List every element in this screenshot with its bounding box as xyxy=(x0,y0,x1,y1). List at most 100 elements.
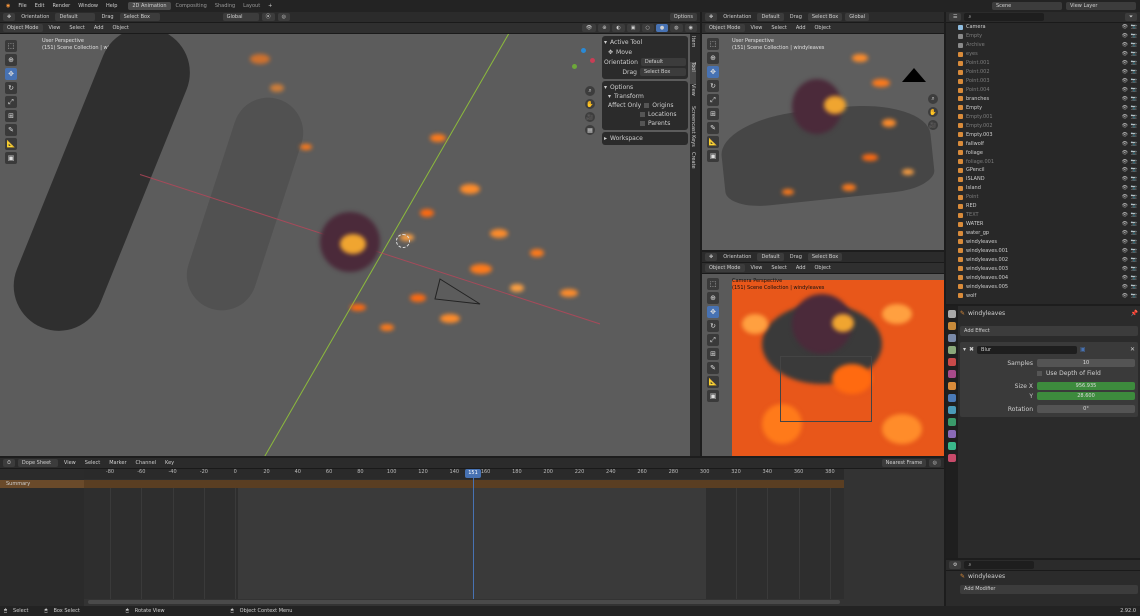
measure-tool-icon[interactable]: 📐 xyxy=(707,136,719,148)
transform-tool-icon[interactable]: ⊞ xyxy=(707,348,719,360)
outliner-item[interactable]: branches 👁 📷 xyxy=(946,95,1140,104)
visibility-eye-icon[interactable]: 👁 xyxy=(1122,51,1128,57)
viewport-menu-view[interactable]: View xyxy=(748,25,766,31)
move-tool-icon[interactable]: ✥ xyxy=(705,253,718,261)
outliner-item[interactable]: Point.002 👁 📷 xyxy=(946,68,1140,77)
pan-hand-icon[interactable]: ✋ xyxy=(585,99,595,109)
workspace-tab-shading[interactable]: Shading xyxy=(212,3,238,9)
constraints-tab-icon[interactable] xyxy=(948,430,956,438)
size-x-field[interactable]: 956.935 xyxy=(1037,382,1135,390)
rotation-field[interactable]: 0° xyxy=(1037,405,1135,413)
camera-view-icon[interactable]: 🎥 xyxy=(928,120,938,130)
visibility-eye-icon[interactable]: 👁 xyxy=(1122,150,1128,156)
properties-search-input[interactable]: ⌕ xyxy=(964,561,1035,569)
render-camera-icon[interactable]: 📷 xyxy=(1131,194,1137,200)
render-camera-icon[interactable]: 📷 xyxy=(1131,105,1137,111)
render-camera-icon[interactable]: 📷 xyxy=(1131,257,1137,263)
menu-file[interactable]: File xyxy=(15,3,29,9)
outliner-item[interactable]: Empty.003 👁 📷 xyxy=(946,130,1140,139)
render-camera-icon[interactable]: 📷 xyxy=(1131,185,1137,191)
viewport-menu-select[interactable]: Select xyxy=(768,265,789,271)
parents-checkbox[interactable] xyxy=(640,121,645,126)
workspace-header[interactable]: Workspace xyxy=(610,135,643,142)
world-tab-icon[interactable] xyxy=(948,370,956,378)
move-tool-icon[interactable]: ✥ xyxy=(5,68,17,80)
viewport-menu-select[interactable]: Select xyxy=(768,25,789,31)
orientation-dropdown[interactable]: Default xyxy=(757,253,784,261)
render-camera-icon[interactable]: 📷 xyxy=(1131,123,1137,129)
tool-tab-icon[interactable] xyxy=(948,310,956,318)
properties-editor-icon[interactable]: ⚙ xyxy=(949,561,962,569)
render-camera-icon[interactable]: 📷 xyxy=(1131,51,1137,57)
view-layer-selector[interactable]: View Layer xyxy=(1066,2,1136,10)
orientation-dropdown[interactable]: Default xyxy=(55,13,96,21)
tab-screencast-keys[interactable]: Screencast Keys xyxy=(690,106,696,152)
rendered-shading-icon[interactable]: ◉ xyxy=(684,24,697,32)
collapse-arrow-icon[interactable]: ▾ xyxy=(604,84,607,91)
outliner-item[interactable]: Empty.001 👁 📷 xyxy=(946,112,1140,121)
summary-channel[interactable]: Summary xyxy=(0,480,84,488)
top-right-viewport-canvas[interactable]: User Perspective (151) Scene Collection … xyxy=(702,34,944,250)
outliner-item[interactable]: windyleaves 👁 📷 xyxy=(946,238,1140,247)
visibility-eye-icon[interactable]: 👁 xyxy=(1122,194,1128,200)
add-cube-tool-icon[interactable]: ▣ xyxy=(707,390,719,402)
view-layer-tab-icon[interactable] xyxy=(948,346,956,354)
menu-edit[interactable]: Edit xyxy=(32,3,48,9)
output-tab-icon[interactable] xyxy=(948,334,956,342)
shader-fx-tab-icon[interactable] xyxy=(948,406,956,414)
collapse-arrow-icon[interactable]: ▾ xyxy=(608,93,611,100)
add-modifier-dropdown[interactable]: Add Modifier xyxy=(960,585,1138,594)
outliner-item[interactable]: Empty 👁 📷 xyxy=(946,103,1140,112)
dope-sheet-mode-dropdown[interactable]: Dope Sheet xyxy=(17,459,58,467)
modifier-tab-icon[interactable] xyxy=(948,394,956,402)
visibility-eye-icon[interactable]: 👁 xyxy=(1122,266,1128,272)
effect-visibility-icon[interactable]: ▣ xyxy=(1080,346,1086,353)
zoom-icon[interactable]: ⌕ xyxy=(928,94,938,104)
drag-dropdown[interactable]: Select Box xyxy=(119,13,160,21)
options-dropdown[interactable]: Options xyxy=(669,13,697,21)
visibility-eye-icon[interactable]: 👁 xyxy=(1122,105,1128,111)
visibility-eye-icon[interactable]: 👁 xyxy=(1122,60,1128,66)
dope-menu-marker[interactable]: Marker xyxy=(106,460,129,466)
visibility-eye-icon[interactable]: 👁 xyxy=(1122,212,1128,218)
outliner-item[interactable]: eyes 👁 📷 xyxy=(946,50,1140,59)
active-tool-header[interactable]: Active Tool xyxy=(610,39,642,46)
visibility-eye-icon[interactable]: 👁 xyxy=(1122,257,1128,263)
scale-tool-icon[interactable]: ⤢ xyxy=(707,94,719,106)
dope-menu-channel[interactable]: Channel xyxy=(133,460,160,466)
visibility-eye-icon[interactable]: 👁 xyxy=(1122,176,1128,182)
viewport-menu-view[interactable]: View xyxy=(46,25,64,31)
outliner-item[interactable]: windyleaves.003 👁 📷 xyxy=(946,264,1140,273)
measure-tool-icon[interactable]: 📐 xyxy=(5,138,17,150)
visibility-eye-icon[interactable]: 👁 xyxy=(1122,114,1128,120)
camera-viewport-canvas[interactable]: Camera Perspective (151) Scene Collectio… xyxy=(702,274,944,456)
overlay-icon[interactable]: ◐ xyxy=(612,24,625,32)
visibility-eye-icon[interactable]: 👁 xyxy=(1122,159,1128,165)
dope-menu-select[interactable]: Select xyxy=(82,460,103,466)
transform-tool-icon[interactable]: ⊞ xyxy=(5,110,17,122)
menu-window[interactable]: Window xyxy=(75,3,101,9)
viewport-menu-object[interactable]: Object xyxy=(812,265,834,271)
tab-view[interactable]: View xyxy=(690,84,696,106)
material-tab-icon[interactable] xyxy=(948,454,956,462)
scale-tool-icon[interactable]: ⤢ xyxy=(5,96,17,108)
collapse-arrow-icon[interactable]: ▾ xyxy=(963,346,966,353)
outliner-item[interactable]: windyleaves.001 👁 📷 xyxy=(946,246,1140,255)
orientation-dropdown[interactable]: Default xyxy=(640,58,686,66)
viewport-menu-add[interactable]: Add xyxy=(793,265,809,271)
gizmo-icon[interactable]: ⊕ xyxy=(598,24,611,32)
material-shading-icon[interactable]: ◍ xyxy=(670,24,683,32)
visibility-eye-icon[interactable]: 👁 xyxy=(1122,221,1128,227)
workspace-tab-2d-animation[interactable]: 2D Animation xyxy=(128,2,171,10)
cursor-tool-icon[interactable]: ⊕ xyxy=(707,52,719,64)
move-tool-icon[interactable]: ✥ xyxy=(3,13,16,21)
rotate-tool-icon[interactable]: ↻ xyxy=(707,320,719,332)
render-camera-icon[interactable]: 📷 xyxy=(1131,24,1137,30)
frame-ruler[interactable]: -80 -60 -40 -20 0 20 40 60 80 100 120 140 160 180 200 2… xyxy=(84,469,844,479)
view-object-types-icon[interactable]: 👁 xyxy=(581,24,597,32)
outliner-item[interactable]: Camera 👁 📷 xyxy=(946,23,1140,32)
object-mode-dropdown[interactable]: Object Mode xyxy=(705,264,745,272)
outliner-item[interactable]: ISLAND 👁 📷 xyxy=(946,175,1140,184)
transform-tool-icon[interactable]: ⊞ xyxy=(707,108,719,120)
scene-tab-icon[interactable] xyxy=(948,358,956,366)
